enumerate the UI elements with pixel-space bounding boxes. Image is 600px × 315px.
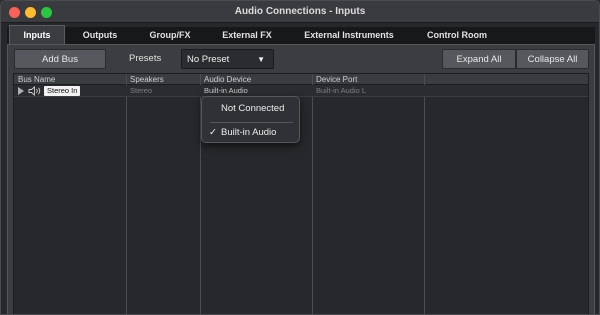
bus-table: Bus Name Speakers Audio Device Device Po… [13, 73, 589, 314]
column-divider [126, 74, 127, 314]
checkmark-icon: ✓ [209, 127, 217, 138]
speakers-cell: Stereo [130, 86, 153, 95]
menu-item-built-in-audio[interactable]: ✓ Built-in Audio [202, 125, 299, 141]
tab-control-room[interactable]: Control Room [415, 27, 499, 44]
bus-name-field[interactable]: Stereo In [44, 86, 81, 96]
column-header-device-port[interactable]: Device Port [312, 74, 357, 85]
inputs-panel: Add Bus Presets No Preset ▼ Expand All C… [7, 44, 595, 314]
presets-select-value: No Preset [187, 54, 230, 65]
menu-item-not-connected[interactable]: Not Connected [202, 101, 299, 117]
table-row[interactable]: Stereo In Stereo Built-in Audio Built-in… [14, 85, 588, 97]
title-bar: Audio Connections - Inputs [1, 1, 599, 23]
device-port-cell[interactable]: Built-in Audio L [312, 85, 366, 97]
expand-all-button[interactable]: Expand All [442, 49, 516, 69]
tab-group-fx[interactable]: Group/FX [137, 27, 203, 44]
menu-separator [210, 122, 293, 123]
presets-select[interactable]: No Preset ▼ [181, 49, 274, 69]
audio-connections-window: Audio Connections - Inputs Inputs Output… [0, 0, 600, 315]
expand-triangle-icon[interactable] [18, 87, 24, 95]
speaker-icon [28, 86, 41, 96]
window-title: Audio Connections - Inputs [234, 6, 366, 17]
table-header: Bus Name Speakers Audio Device Device Po… [14, 74, 588, 85]
collapse-all-button[interactable]: Collapse All [516, 49, 589, 69]
column-divider [312, 74, 313, 314]
tab-external-instruments[interactable]: External Instruments [293, 27, 405, 44]
column-divider [424, 74, 425, 314]
column-header-bus-name[interactable]: Bus Name [14, 74, 55, 85]
column-header-speakers[interactable]: Speakers [126, 74, 164, 85]
tab-bar: Inputs Outputs Group/FX External FX Exte… [7, 25, 595, 44]
chevron-down-icon: ▼ [257, 55, 265, 64]
tab-external-fx[interactable]: External FX [209, 27, 285, 44]
tab-outputs[interactable]: Outputs [69, 27, 131, 44]
tab-inputs[interactable]: Inputs [9, 25, 65, 44]
presets-label: Presets [129, 53, 162, 64]
column-header-audio-device[interactable]: Audio Device [200, 74, 251, 85]
audio-device-dropdown-menu: Not Connected ✓ Built-in Audio [201, 96, 300, 143]
add-bus-button[interactable]: Add Bus [14, 49, 106, 69]
